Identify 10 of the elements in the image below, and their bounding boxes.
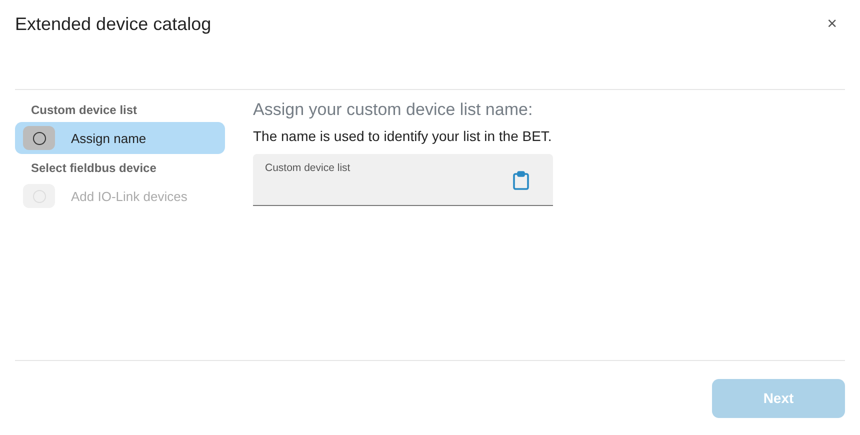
field-label: Custom device list <box>265 162 350 174</box>
name-field[interactable]: Custom device list <box>253 154 553 206</box>
close-button[interactable]: × <box>823 14 841 34</box>
group-heading: Select fieldbus device <box>30 160 158 177</box>
dialog-title: Extended device catalog <box>15 14 212 35</box>
group-heading: Custom device list <box>30 102 138 119</box>
step-item[interactable]: Assign name <box>15 122 225 154</box>
section-heading: Assign your custom device list name: <box>253 100 534 120</box>
description-text: The name is used to identify your list in the BET. <box>253 128 553 144</box>
clipboard-icon[interactable] <box>513 171 529 190</box>
